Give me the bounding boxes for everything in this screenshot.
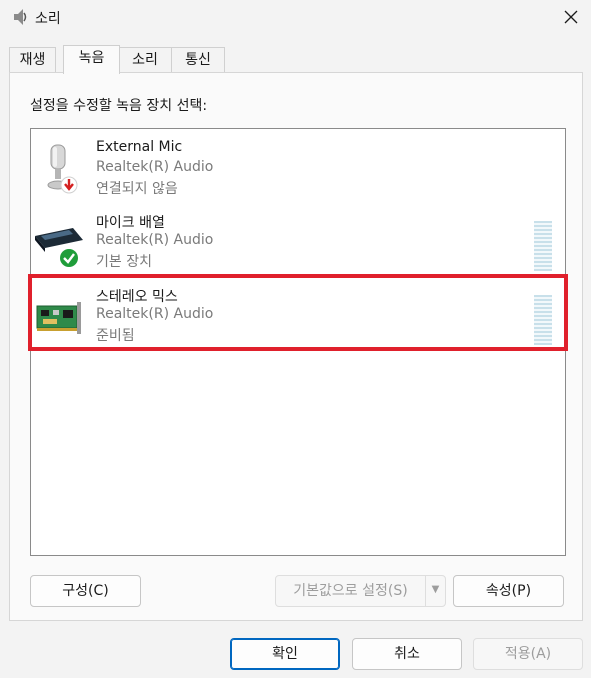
ok-button[interactable]: 확인 xyxy=(230,638,340,670)
device-status: 준비됨 xyxy=(96,328,135,344)
device-item-stereo-mix[interactable]: 스테레오 믹스 Realtek(R) Audio 준비됨 xyxy=(31,284,565,354)
microphone-unplugged-icon xyxy=(33,141,85,197)
set-default-button[interactable]: 기본값으로 설정(S) ▼ xyxy=(275,575,446,607)
tab-communications[interactable]: 통신 xyxy=(171,47,225,73)
configure-button[interactable]: 구성(C) xyxy=(30,575,141,607)
tab-sounds[interactable]: 소리 xyxy=(118,47,172,73)
properties-button[interactable]: 속성(P) xyxy=(453,575,564,607)
device-driver: Realtek(R) Audio xyxy=(96,232,214,248)
sound-card-icon xyxy=(33,288,85,344)
device-name: External Mic xyxy=(96,139,183,155)
device-status: 연결되지 않음 xyxy=(96,181,178,197)
apply-button[interactable]: 적용(A) xyxy=(473,638,583,670)
window-title: 소리 xyxy=(35,11,61,27)
device-name: 스테레오 믹스 xyxy=(96,289,178,305)
device-driver: Realtek(R) Audio xyxy=(96,159,214,175)
device-item-mic-array[interactable]: 마이크 배열 Realtek(R) Audio 기본 장치 xyxy=(31,210,565,280)
chevron-down-icon[interactable]: ▼ xyxy=(425,576,445,606)
device-name: 마이크 배열 xyxy=(96,215,165,231)
instruction-label: 설정을 수정할 녹음 장치 선택: xyxy=(30,98,208,114)
cancel-button[interactable]: 취소 xyxy=(352,638,462,670)
level-meter xyxy=(534,221,552,271)
speaker-icon xyxy=(12,8,28,26)
close-button[interactable] xyxy=(552,2,590,32)
title-bar: 소리 xyxy=(0,0,591,34)
close-icon xyxy=(564,10,578,24)
device-driver: Realtek(R) Audio xyxy=(96,306,214,322)
microphone-array-icon xyxy=(33,214,85,270)
device-list[interactable]: External Mic Realtek(R) Audio 연결되지 않음 마이… xyxy=(28,128,568,556)
level-meter xyxy=(534,295,552,345)
tab-recording[interactable]: 녹음 xyxy=(63,45,120,74)
recording-panel: 설정을 수정할 녹음 장치 선택: External Mic Realtek(R… xyxy=(9,72,583,621)
device-item-external-mic[interactable]: External Mic Realtek(R) Audio 연결되지 않음 xyxy=(31,137,565,207)
set-default-label: 기본값으로 설정(S) xyxy=(293,583,408,599)
tab-playback[interactable]: 재생 xyxy=(9,47,56,73)
device-status: 기본 장치 xyxy=(96,254,152,270)
